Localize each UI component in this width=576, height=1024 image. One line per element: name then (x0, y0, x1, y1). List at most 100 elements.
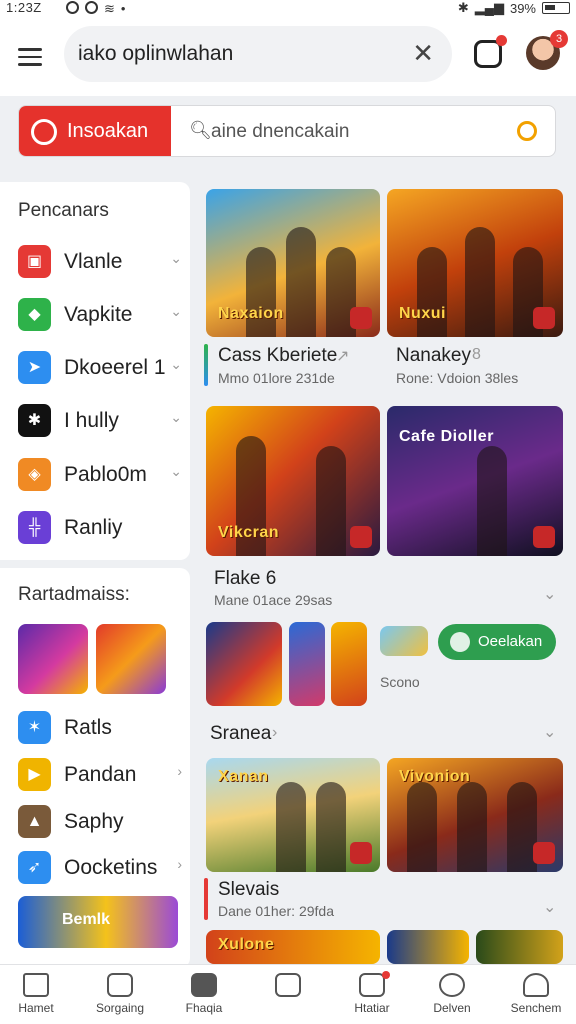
game-card-art-title: Xulone (218, 936, 275, 953)
sidebar-app-0[interactable]: ✶ Ratls (18, 708, 186, 748)
category-icon: ◆ (18, 298, 51, 331)
game-badge-icon (533, 842, 555, 864)
game-card[interactable] (476, 930, 563, 964)
home-icon (23, 973, 49, 997)
app-thumbnail[interactable] (96, 624, 166, 694)
game-title[interactable]: Cass Kberiete (218, 345, 337, 367)
chevron-down-icon[interactable]: ⌄ (170, 250, 182, 267)
brand-button-label: Insoakan (67, 120, 149, 142)
sidebar-item-4[interactable]: ◈ Pablo0m ⌄ (18, 455, 186, 495)
game-card[interactable]: Vikcran (206, 406, 380, 556)
promo-banner[interactable]: Bemlk (18, 896, 178, 948)
nav-item-profile[interactable]: Senchem (496, 973, 576, 1015)
bookmark-icon (275, 973, 301, 997)
game-card[interactable]: Naxaion (206, 189, 380, 337)
top-search-field[interactable]: iako oplinwlahan ✕ (64, 26, 452, 82)
game-card[interactable]: Nuxui (387, 189, 563, 337)
accent-bar (204, 878, 208, 920)
category-icon: ✱ (18, 404, 51, 437)
game-thumbnail[interactable] (289, 622, 325, 706)
game-card[interactable]: Vivonion (387, 758, 563, 872)
battery-icon (542, 2, 570, 14)
chevron-right-icon[interactable]: › (177, 856, 182, 872)
chevron-down-icon[interactable]: ⌄ (170, 356, 182, 373)
sync-icon (85, 1, 98, 14)
brand-button[interactable]: Insoakan (19, 106, 171, 156)
dot-icon: • (120, 1, 126, 16)
stats-icon (359, 973, 385, 997)
nav-item-search[interactable]: Sorgaing (80, 973, 160, 1015)
sidebar-item-5[interactable]: ╬ Ranliy (18, 508, 186, 548)
game-badge-icon (350, 307, 372, 329)
sidebar-item-0[interactable]: ▣ Vlanle ⌄ (18, 242, 186, 282)
sidebar-app-2[interactable]: ▲ Saphy (18, 802, 186, 842)
brand-logo-icon (31, 119, 57, 145)
section-subtitle: Mane 01ace 29sas (214, 592, 333, 608)
bluetooth-icon: ✱ (457, 0, 469, 15)
strip-caption: Scono (380, 674, 420, 690)
sidebar-item-label: Ranliy (64, 516, 123, 539)
search-query-text[interactable]: iako oplinwlahan (78, 42, 233, 66)
nav-item-center[interactable] (248, 973, 328, 1001)
chevron-right-icon[interactable]: › (177, 763, 182, 779)
scan-icon[interactable] (517, 121, 537, 141)
game-badge-icon (350, 842, 372, 864)
game-card[interactable]: Xanan (206, 758, 380, 872)
nav-item-feed[interactable]: Fhaqia (164, 973, 244, 1015)
search-icon: 🔍︎ (189, 120, 212, 140)
chevron-down-icon[interactable]: ⌄ (543, 584, 556, 604)
wifi-icon: ≋ (104, 1, 115, 16)
nav-item-home[interactable]: Hamet (0, 973, 76, 1015)
chevron-down-icon[interactable]: ⌄ (543, 897, 556, 917)
app-thumbnail[interactable] (18, 624, 88, 694)
action-button[interactable]: Oeelakan (438, 624, 556, 660)
game-thumbnail[interactable] (380, 626, 428, 656)
sidebar-item-3[interactable]: ✱ I hully ⌄ (18, 401, 186, 441)
chevron-down-icon[interactable]: ⌄ (170, 303, 182, 320)
sidebar-item-2[interactable]: ➤ Dkoeerel 1 ⌄ (18, 348, 186, 388)
chevron-right-icon[interactable]: › (272, 724, 277, 742)
sidebar-app-label: Oocketins (64, 856, 158, 879)
chevron-down-icon[interactable]: ⌄ (543, 722, 556, 742)
action-button-label: Oeelakan (478, 633, 543, 650)
app-icon: ✶ (18, 711, 51, 744)
battery-percent: 39% (509, 0, 536, 16)
game-card[interactable]: Cafe Dioller (387, 406, 563, 556)
clear-icon[interactable]: ✕ (412, 38, 434, 69)
nav-item-stats[interactable]: Htatiar (332, 971, 412, 1015)
status-bar: 1:23Z ≋ • ✱ ▂▄▆ 39% (0, 0, 576, 18)
sidebar-app-3[interactable]: ➶ Oocketins › (18, 848, 186, 888)
sidebar-app-1[interactable]: ▶ Pandan › (18, 755, 186, 795)
nav-badge (382, 971, 390, 979)
nav-item-deliver[interactable]: Delven (412, 973, 492, 1015)
bottom-nav: Hamet Sorgaing Fhaqia Htatiar Delven Sen… (0, 964, 576, 1024)
search-row: Insoakan 🔍︎ aine dnencakain (18, 105, 556, 157)
game-card-art-title: Xanan (218, 768, 269, 785)
search-input[interactable]: aine dnencakain (211, 121, 349, 143)
game-card[interactable] (387, 930, 469, 964)
nav-label: Htatiar (354, 1001, 390, 1015)
sidebar-section-title: Pencanars (18, 200, 109, 221)
chevron-down-icon[interactable]: ⌄ (170, 463, 182, 480)
avatar[interactable]: 3 (526, 30, 568, 70)
chevron-down-icon[interactable]: ⌄ (170, 409, 182, 426)
feed-icon (191, 973, 217, 997)
game-subtitle: Rone: Vdoion 38les (396, 370, 519, 386)
app-icon: ▲ (18, 805, 51, 838)
category-icon: ◈ (18, 458, 51, 491)
section-title-3: Slevais (218, 879, 280, 900)
sidebar-item-label: Pablo0m (64, 463, 147, 486)
sidebar-item-label: Vapkite (64, 303, 133, 326)
category-icon: ➤ (18, 351, 51, 384)
alarm-icon[interactable] (474, 35, 507, 68)
chevron-right-icon[interactable]: ↗ (336, 346, 349, 366)
sidebar-item-1[interactable]: ◆ Vapkite ⌄ (18, 295, 186, 335)
nav-label: Hamet (18, 1001, 54, 1015)
section-title-2[interactable]: Sranea (210, 723, 271, 745)
game-thumbnail[interactable] (331, 622, 367, 706)
game-title[interactable]: Nanakey (396, 345, 471, 367)
menu-icon[interactable] (18, 48, 42, 66)
game-thumbnail[interactable] (206, 622, 282, 706)
action-icon (450, 632, 470, 652)
game-card[interactable]: Xulone (206, 930, 380, 964)
